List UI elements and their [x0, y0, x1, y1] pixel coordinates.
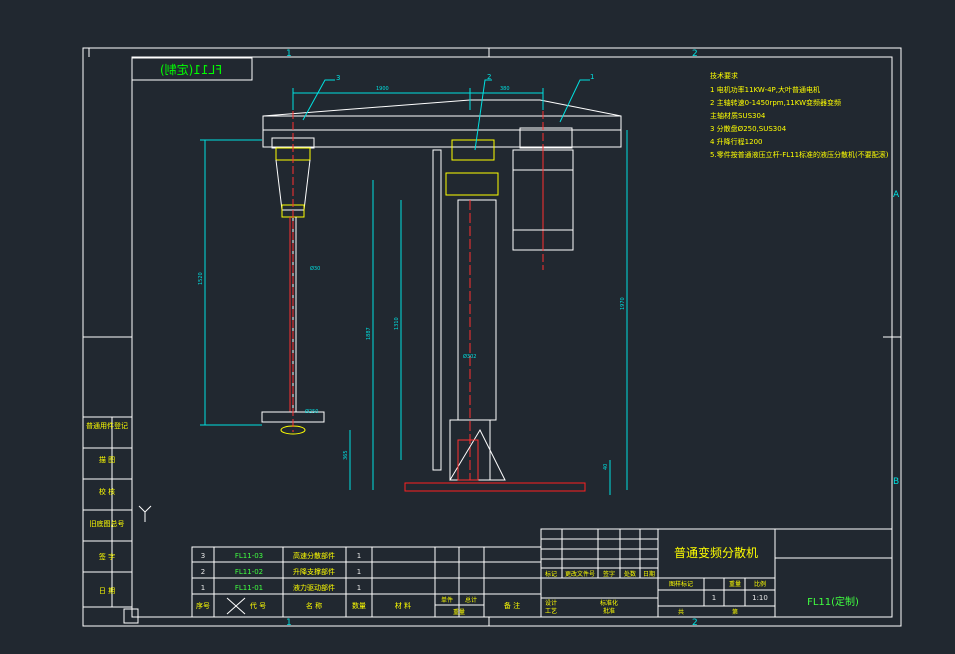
part-3-name: 高速分散部件	[293, 551, 335, 560]
side-row-5: 签 字	[99, 552, 115, 561]
ucs-icon	[138, 505, 152, 522]
dim-col-dia: Ø302	[463, 353, 476, 360]
side-row-4: 旧底图总号	[90, 519, 125, 528]
tb-page2: 第	[732, 608, 738, 616]
side-row-2: 描 图	[99, 455, 115, 464]
tb-date: 日期	[643, 570, 655, 578]
dim-total-height: 1970	[620, 297, 626, 310]
title-block-code: FL11(定制)	[807, 595, 859, 608]
tb-ratio: 比例	[754, 580, 766, 588]
side-row-6: 日 期	[99, 587, 115, 595]
tech-note-2b: 主轴材质SUS304	[710, 111, 766, 120]
tb-drawing-mark: 图样标记	[669, 580, 693, 588]
tb-mark: 标记	[545, 570, 557, 578]
header-material: 材 料	[395, 601, 411, 610]
dim-col-height-2: 1310	[394, 317, 400, 330]
tech-notes: 技术要求 1 电机功率11KW-4P,大叶普通电机 2 主轴转速0-1450rp…	[710, 71, 889, 159]
part-2-name: 升降支撑部件	[293, 567, 335, 576]
cad-drawing: 1 2 1 2 A B FL11(定制) 1900 380 1520 Ø30 Ø…	[82, 47, 902, 628]
zone-row-a: A	[893, 190, 900, 200]
zone-col-2-top: 2	[692, 49, 698, 59]
header-remark: 备 注	[504, 601, 520, 610]
part-1-qty: 1	[357, 584, 361, 592]
zone-col-1-bottom: 1	[286, 618, 292, 628]
callout-3: 3	[336, 74, 340, 82]
dim-base-gap: 365	[343, 450, 349, 460]
part-1-code: FL11-01	[235, 584, 263, 592]
tb-weight: 重量	[729, 580, 741, 588]
tb-count2: 处数	[624, 570, 636, 578]
tech-note-4: 4 升降行程1200	[710, 137, 763, 146]
dim-disc-dia: Ø250	[305, 408, 318, 415]
callout-2: 2	[487, 73, 491, 81]
machine-drawing	[261, 99, 622, 492]
drawing-frame	[82, 47, 902, 627]
dim-left-height: 1520	[198, 272, 204, 285]
header-total: 总计	[465, 596, 477, 604]
side-row-3: 校 核	[99, 487, 115, 496]
tb-standard: 标准化	[600, 599, 618, 607]
header-no: 序号	[196, 601, 210, 610]
callout-1: 1	[590, 73, 594, 81]
tech-note-1: 1 电机功率11KW-4P,大叶普通电机	[710, 85, 820, 94]
dimensions	[200, 79, 628, 495]
header-weight: 重量	[453, 608, 465, 616]
side-row-1: 普通用件登记	[86, 421, 128, 430]
part-1-name: 液力驱动部件	[293, 583, 335, 592]
dim-base-thk: 40	[603, 464, 609, 470]
part-2-code: FL11-02	[235, 568, 263, 576]
tech-notes-title: 技术要求	[710, 71, 738, 80]
mirrored-stamp: FL11(定制)	[131, 57, 253, 81]
dim-shaft-dia: Ø30	[310, 265, 320, 272]
dim-arm-right: 380	[500, 86, 510, 92]
part-1-no: 1	[201, 584, 205, 592]
dim-col-height-1: 1887	[366, 327, 372, 340]
title-block-sheet: 1	[712, 594, 716, 602]
title-block-scale: 1:10	[752, 594, 768, 602]
tb-craft: 工艺	[545, 607, 557, 615]
zone-row-b: B	[893, 477, 899, 487]
title-block-title: 普通变频分散机	[674, 545, 758, 560]
crossarm	[262, 115, 622, 148]
tb-sign: 签字	[603, 570, 615, 578]
header-single: 单件	[441, 596, 453, 604]
part-3-qty: 1	[357, 552, 361, 560]
header-name: 名 称	[306, 601, 322, 610]
part-3-no: 3	[201, 552, 205, 560]
dim-arm-left: 1900	[376, 86, 389, 92]
header-qty: 数量	[352, 601, 366, 610]
tb-count: 更改文件号	[565, 570, 595, 578]
tech-note-3: 3 分散盘Ø250,SUS304	[710, 124, 787, 133]
stamp-text: FL11(定制)	[160, 62, 222, 77]
tech-note-5: 5.零件按普通液压立杆-FL11标准的液压分散机(不要配滚)	[710, 150, 889, 159]
tb-page: 共	[678, 608, 684, 616]
part-2-qty: 1	[357, 568, 361, 576]
tb-approve: 批准	[603, 607, 615, 615]
header-code: 代 号	[250, 601, 266, 610]
tb-design: 设计	[545, 599, 557, 607]
tech-note-2: 2 主轴转速0-1450rpm,11KW变频器变频	[710, 98, 841, 107]
zone-col-2-bottom: 2	[692, 618, 698, 628]
part-2-no: 2	[201, 568, 205, 576]
base-plate	[404, 482, 586, 492]
zone-col-1-top: 1	[286, 49, 292, 59]
center-column	[432, 139, 506, 481]
part-3-code: FL11-03	[235, 552, 263, 560]
